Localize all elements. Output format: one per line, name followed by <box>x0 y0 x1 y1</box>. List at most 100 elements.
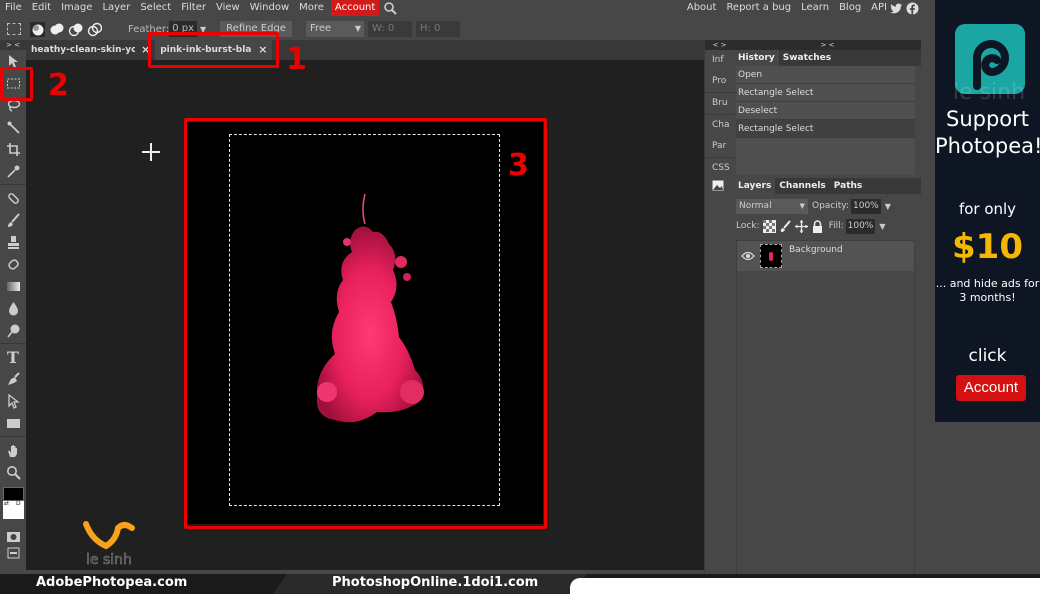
magic-wand-icon <box>7 121 20 134</box>
ad-for-only: for only <box>958 200 1017 218</box>
panel-paragraph[interactable]: Par <box>705 136 734 157</box>
fill-dropdown-icon[interactable]: ▼ <box>879 222 885 231</box>
history-item[interactable]: Rectangle Select <box>736 84 915 102</box>
drop-icon <box>8 301 18 315</box>
link-api[interactable]: API <box>866 0 887 16</box>
zoom-tool[interactable] <box>0 461 26 483</box>
lock-transparency-icon[interactable] <box>762 219 776 233</box>
blend-mode-select[interactable]: Normal <box>736 198 808 214</box>
menu-edit[interactable]: Edit <box>27 0 56 16</box>
panel-image[interactable] <box>705 179 734 200</box>
facebook-icon[interactable] <box>906 1 919 15</box>
panel-properties[interactable]: Pro <box>705 71 734 92</box>
selection-mode-add-icon[interactable] <box>49 22 64 37</box>
menu-image[interactable]: Image <box>56 0 97 16</box>
selection-mode-subtract-icon[interactable] <box>68 22 83 37</box>
link-report-bug[interactable]: Report a bug <box>721 0 796 16</box>
menu-select[interactable]: Select <box>135 0 176 16</box>
panel-character[interactable]: Cha <box>705 115 734 136</box>
lock-label: Lock: <box>736 221 760 231</box>
tab-layers[interactable]: Layers <box>734 178 776 194</box>
pen-tool[interactable] <box>0 368 26 390</box>
brand-watermark-text: le sinh <box>86 552 132 568</box>
tab-history[interactable]: History <box>734 50 779 66</box>
layer-row[interactable]: Background <box>737 241 914 271</box>
menu-more[interactable]: More <box>294 0 329 16</box>
path-select-tool[interactable] <box>0 390 26 412</box>
tab-swatches[interactable]: Swatches <box>779 50 835 66</box>
dodge-tool[interactable] <box>0 319 26 341</box>
rect-select-tool-icon <box>7 23 21 35</box>
ad-click-text: click <box>968 346 1007 366</box>
twitter-icon[interactable] <box>890 2 903 15</box>
quick-mask-button[interactable] <box>0 529 26 545</box>
search-icon[interactable] <box>383 1 398 15</box>
healing-brush-tool[interactable] <box>0 187 26 209</box>
swap-colors-icon[interactable]: ⇄ <box>4 500 9 507</box>
gradient-tool[interactable] <box>0 275 26 297</box>
eraser-tool[interactable] <box>0 253 26 275</box>
link-about[interactable]: About <box>682 0 722 16</box>
menu-filter[interactable]: Filter <box>176 0 211 16</box>
panel-css[interactable]: CSS <box>705 158 734 179</box>
magic-wand-tool[interactable] <box>0 116 26 138</box>
menu-view[interactable]: View <box>211 0 245 16</box>
lock-position-move-icon[interactable] <box>794 219 808 233</box>
opacity-dropdown-icon[interactable]: ▼ <box>885 202 891 211</box>
menu-bar: File Edit Image Layer Select Filter View… <box>0 0 935 16</box>
default-colors-icon[interactable]: D <box>16 500 21 507</box>
width-input[interactable]: W: 0 <box>367 21 412 37</box>
menu-window[interactable]: Window <box>245 0 294 16</box>
ad-account-button[interactable]: Account <box>956 375 1026 401</box>
gradient-icon <box>6 281 20 291</box>
fill-input[interactable]: 100% <box>845 218 876 234</box>
tab-paths[interactable]: Paths <box>830 178 867 194</box>
menu-account[interactable]: Account <box>330 0 380 16</box>
selection-mode-intersect-icon[interactable] <box>87 22 103 37</box>
type-tool[interactable]: T <box>0 346 26 368</box>
screen-mode-icon <box>7 547 19 559</box>
hand-tool[interactable] <box>0 439 26 461</box>
menu-layer[interactable]: Layer <box>97 0 135 16</box>
lock-pixels-brush-icon[interactable] <box>779 219 792 233</box>
blur-tool[interactable] <box>0 297 26 319</box>
toolbar-divider <box>0 184 26 185</box>
history-item[interactable]: Rectangle Select <box>736 120 915 138</box>
panel-brush[interactable]: Bru <box>705 93 734 114</box>
side-column-collapse-toggle[interactable]: < > <box>705 40 734 50</box>
toolbar-collapse-toggle[interactable]: > < <box>0 40 26 50</box>
clone-stamp-tool[interactable] <box>0 231 26 253</box>
zoom-icon <box>6 465 21 480</box>
rectangle-shape-tool[interactable] <box>0 412 26 434</box>
support-ad-banner[interactable]: le sinh Support Photopea! for only $10 .… <box>935 0 1040 422</box>
right-panel-collapse-toggle[interactable]: > < <box>734 40 921 50</box>
history-item[interactable]: Open <box>736 66 915 84</box>
toolbar-divider <box>0 436 26 437</box>
tab-title: heathy-clean-skin-yo <box>31 45 135 55</box>
menu-file[interactable]: File <box>0 0 27 16</box>
eyedropper-icon <box>6 165 19 178</box>
opacity-input[interactable]: 100% <box>851 198 881 214</box>
tab-channels[interactable]: Channels <box>775 178 829 194</box>
history-item[interactable]: Deselect <box>736 102 915 120</box>
rectangle-icon <box>6 418 20 428</box>
brush-tool[interactable] <box>0 209 26 231</box>
footer-white-segment <box>570 578 1040 594</box>
link-learn[interactable]: Learn <box>796 0 834 16</box>
style-select[interactable]: Free <box>305 21 364 37</box>
lock-all-padlock-icon[interactable] <box>811 219 824 233</box>
panel-info[interactable]: Inf <box>705 50 734 71</box>
selection-mode-new-icon[interactable] <box>30 21 45 37</box>
height-input[interactable]: H: 0 <box>415 21 460 37</box>
layer-controls: Normal Opacity: 100% ▼ Lock: Fill: 100% … <box>734 194 921 240</box>
toolbar-divider <box>0 343 26 344</box>
link-blog[interactable]: Blog <box>834 0 866 16</box>
tab-document-1[interactable]: heathy-clean-skin-yo × <box>26 40 156 60</box>
eye-visibility-icon[interactable] <box>741 251 755 261</box>
footer-site-left: AdobePhotopea.com <box>36 575 188 590</box>
annotation-box-2 <box>0 67 33 101</box>
crop-tool[interactable] <box>0 138 26 160</box>
foreground-color[interactable] <box>3 487 24 501</box>
eyedropper-tool[interactable] <box>0 160 26 182</box>
screen-mode-button[interactable] <box>0 545 26 561</box>
